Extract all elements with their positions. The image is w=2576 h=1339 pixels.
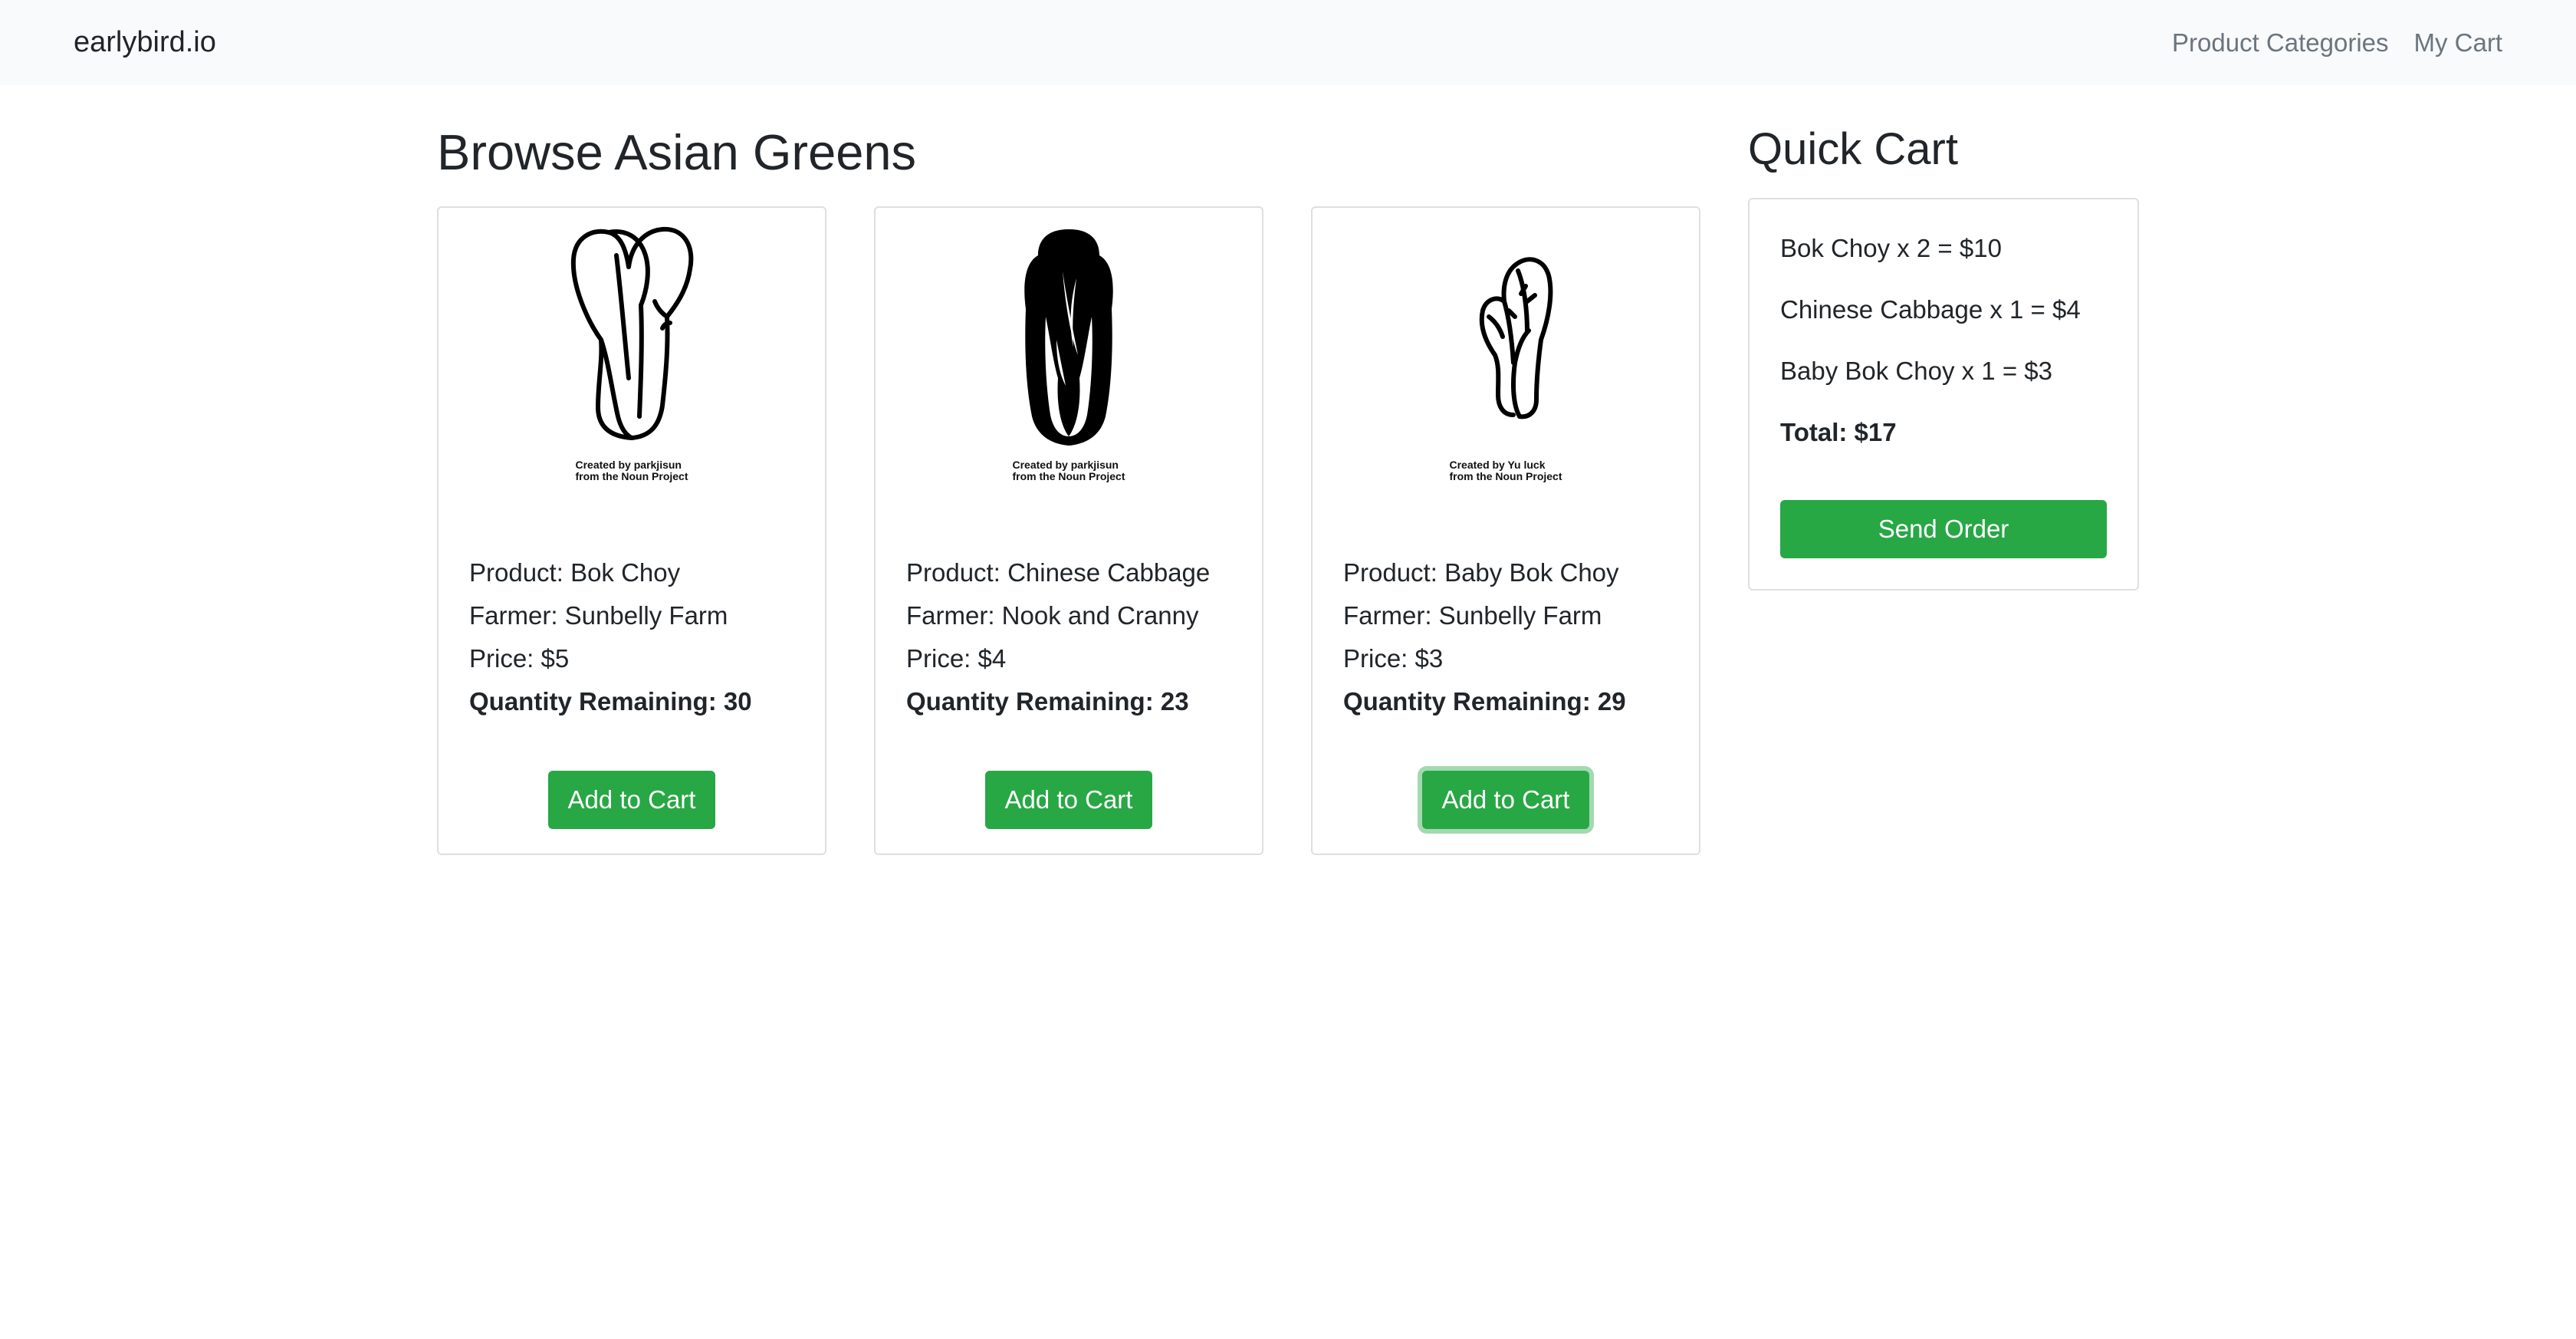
- product-quantity: Quantity Remaining: 23: [906, 687, 1189, 716]
- image-credit: Created by parkjisun from the Noun Proje…: [575, 459, 688, 482]
- image-credit: Created by parkjisun from the Noun Proje…: [1012, 459, 1125, 482]
- brand-logo-link[interactable]: earlybird.io: [74, 26, 216, 59]
- cart-item: Baby Bok Choy x 1 = $3: [1780, 357, 2052, 385]
- product-details: Product: Baby Bok Choy Farmer: Sunbelly …: [1343, 551, 1626, 723]
- product-details: Product: Bok Choy Farmer: Sunbelly Farm …: [469, 551, 752, 723]
- product-name: Product: Chinese Cabbage: [906, 558, 1211, 587]
- nav-link-my-cart[interactable]: My Cart: [2414, 28, 2503, 58]
- product-price: Price: $3: [1343, 644, 1444, 673]
- cart-total: Total: $17: [1780, 418, 1897, 446]
- credit-line: from the Noun Project: [1449, 470, 1562, 482]
- product-quantity: Quantity Remaining: 30: [469, 687, 752, 716]
- add-to-cart-button[interactable]: Add to Cart: [548, 771, 715, 829]
- add-to-cart-button[interactable]: Add to Cart: [985, 771, 1152, 829]
- send-order-button[interactable]: Send Order: [1780, 500, 2107, 558]
- product-card-list: Created by parkjisun from the Noun Proje…: [437, 206, 1700, 855]
- nav-links: Product Categories My Cart: [2147, 28, 2502, 58]
- chinese-cabbage-icon: [1024, 229, 1113, 446]
- product-farmer: Farmer: Sunbelly Farm: [469, 601, 728, 630]
- image-credit: Created by Yu luck from the Noun Project: [1449, 459, 1562, 482]
- product-card: Created by parkjisun from the Noun Proje…: [437, 206, 826, 855]
- quick-cart-panel: Quick Cart Bok Choy x 2 = $10 Chinese Ca…: [1748, 115, 2139, 591]
- product-name: Product: Bok Choy: [469, 558, 681, 587]
- bok-choy-icon: [570, 226, 694, 440]
- product-farmer: Farmer: Nook and Cranny: [906, 601, 1199, 630]
- product-price: Price: $5: [469, 644, 570, 673]
- product-price: Price: $4: [906, 644, 1007, 673]
- product-farmer: Farmer: Sunbelly Farm: [1343, 601, 1602, 630]
- quick-cart-title: Quick Cart: [1748, 124, 1958, 174]
- credit-line: Created by parkjisun: [575, 459, 682, 471]
- product-quantity: Quantity Remaining: 29: [1343, 687, 1626, 716]
- product-card: Created by Yu luck from the Noun Project…: [1311, 206, 1700, 855]
- product-image: Created by parkjisun from the Noun Proje…: [876, 225, 1262, 501]
- product-name: Product: Baby Bok Choy: [1343, 558, 1619, 587]
- page-title: Browse Asian Greens: [437, 124, 917, 180]
- cart-item: Chinese Cabbage x 1 = $4: [1780, 295, 2081, 324]
- credit-line: from the Noun Project: [575, 470, 688, 482]
- baby-bok-choy-icon: [1479, 257, 1553, 419]
- product-browser: Browse Asian Greens Created by parkjisun…: [437, 115, 1702, 855]
- quick-cart-box: Bok Choy x 2 = $10 Chinese Cabbage x 1 =…: [1748, 198, 2139, 591]
- credit-line: Created by Yu luck: [1449, 459, 1546, 471]
- product-card: Created by parkjisun from the Noun Proje…: [874, 206, 1263, 855]
- credit-line: from the Noun Project: [1012, 470, 1125, 482]
- product-image: Created by Yu luck from the Noun Project: [1313, 225, 1699, 501]
- product-image: Created by parkjisun from the Noun Proje…: [439, 225, 825, 501]
- credit-line: Created by parkjisun: [1012, 459, 1119, 471]
- add-to-cart-button[interactable]: Add to Cart: [1422, 771, 1589, 829]
- product-details: Product: Chinese Cabbage Farmer: Nook an…: [906, 551, 1210, 723]
- top-navbar: earlybird.io Product Categories My Cart: [0, 0, 2576, 85]
- cart-item: Bok Choy x 2 = $10: [1780, 234, 2002, 262]
- nav-link-product-categories[interactable]: Product Categories: [2172, 28, 2388, 58]
